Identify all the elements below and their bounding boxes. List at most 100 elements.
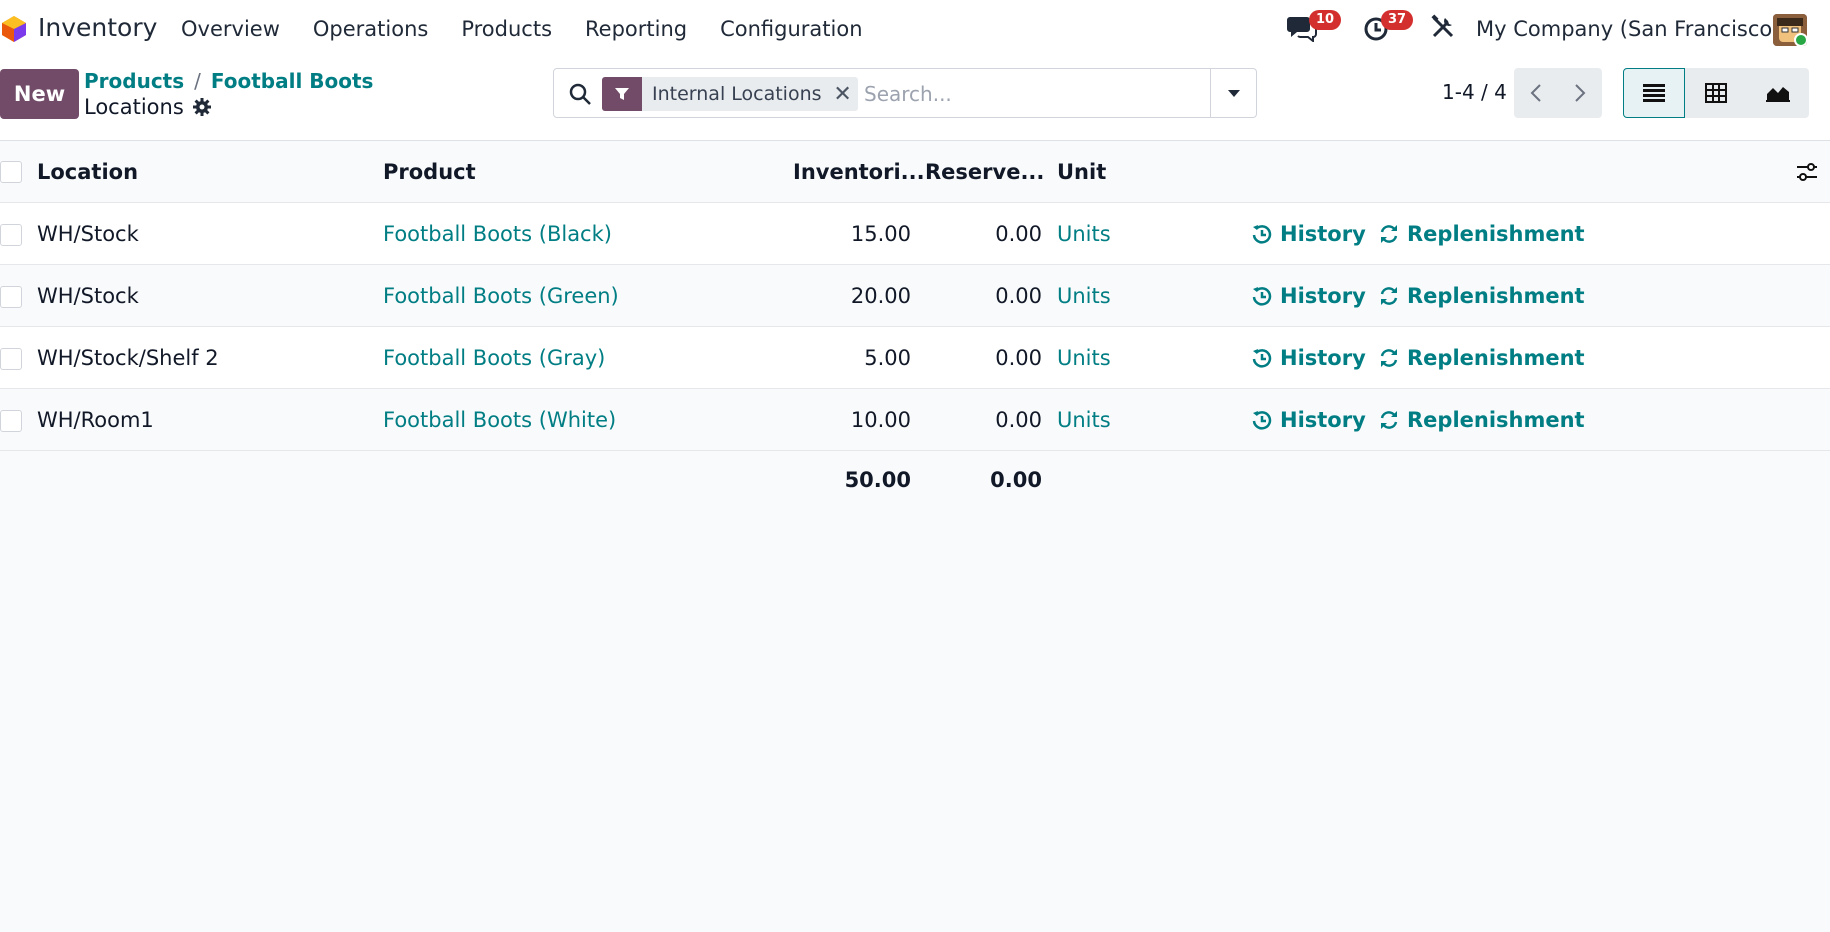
menu-products[interactable]: Products bbox=[461, 17, 552, 41]
column-header-location[interactable]: Location bbox=[37, 142, 138, 202]
search-options-toggle[interactable] bbox=[1210, 69, 1256, 117]
unit-link[interactable]: Units bbox=[1057, 203, 1111, 264]
history-icon bbox=[1252, 410, 1272, 430]
table-row[interactable]: WH/Stock/Shelf 2 Football Boots (Gray) 5… bbox=[0, 327, 1830, 389]
column-header-product[interactable]: Product bbox=[383, 142, 476, 202]
top-navbar: Inventory Overview Operations Products R… bbox=[0, 0, 1830, 58]
caret-down-icon bbox=[1227, 90, 1240, 97]
table-header: Location Product Inventori... Reserve...… bbox=[0, 142, 1830, 203]
refresh-icon bbox=[1380, 348, 1398, 367]
column-header-reserved[interactable]: Reserve... bbox=[925, 142, 1045, 202]
page-title-text: Locations bbox=[84, 95, 184, 119]
history-button[interactable]: History bbox=[1252, 327, 1366, 388]
location-cell: WH/Stock bbox=[37, 221, 139, 246]
menu-configuration[interactable]: Configuration bbox=[720, 17, 862, 41]
total-reserved: 0.00 bbox=[990, 468, 1042, 492]
breadcrumb-products[interactable]: Products bbox=[84, 69, 184, 93]
facet-label: Internal Locations bbox=[652, 83, 822, 105]
search-facet: Internal Locations ✕ bbox=[602, 77, 858, 111]
gear-icon[interactable] bbox=[192, 97, 212, 117]
optional-columns-toggle[interactable] bbox=[1796, 142, 1818, 202]
table-grid-icon bbox=[1705, 83, 1727, 103]
reserved-quantity: 0.00 bbox=[995, 345, 1042, 370]
stock-list: Location Product Inventori... Reserve...… bbox=[0, 142, 1830, 509]
user-avatar[interactable] bbox=[1773, 14, 1807, 46]
inventoried-quantity: 15.00 bbox=[850, 221, 911, 246]
graph-view-button[interactable] bbox=[1747, 68, 1809, 118]
pager-next-button[interactable] bbox=[1558, 68, 1602, 118]
replenishment-label: Replenishment bbox=[1407, 407, 1585, 432]
replenishment-button[interactable]: Replenishment bbox=[1379, 389, 1585, 450]
history-label: History bbox=[1280, 283, 1366, 308]
row-checkbox[interactable] bbox=[0, 348, 22, 370]
inventory-app-icon[interactable] bbox=[2, 16, 26, 42]
product-link[interactable]: Football Boots (White) bbox=[383, 389, 616, 450]
product-link[interactable]: Football Boots (Gray) bbox=[383, 327, 605, 388]
table-row[interactable]: WH/Stock Football Boots (Black) 15.00 0.… bbox=[0, 203, 1830, 265]
messages-button[interactable]: 10 bbox=[1287, 10, 1342, 44]
history-label: History bbox=[1280, 407, 1366, 432]
pager-value[interactable]: 1-4 / 4 bbox=[1442, 80, 1507, 104]
product-link[interactable]: Football Boots (Green) bbox=[383, 265, 619, 326]
history-icon bbox=[1252, 224, 1272, 244]
facet-remove-icon[interactable]: ✕ bbox=[832, 82, 858, 107]
replenishment-button[interactable]: Replenishment bbox=[1379, 265, 1585, 326]
menu-reporting[interactable]: Reporting bbox=[585, 17, 687, 41]
row-checkbox[interactable] bbox=[0, 224, 22, 246]
unit-link[interactable]: Units bbox=[1057, 389, 1111, 450]
menu-overview[interactable]: Overview bbox=[181, 17, 280, 41]
activities-button[interactable]: 37 bbox=[1363, 10, 1414, 44]
select-all-checkbox[interactable] bbox=[0, 161, 22, 183]
table-row[interactable]: WH/Room1 Football Boots (White) 10.00 0.… bbox=[0, 389, 1830, 451]
breadcrumb: Products / Football Boots bbox=[84, 69, 373, 93]
control-panel: New Products / Football Boots Locations In… bbox=[0, 58, 1830, 141]
location-cell: WH/Stock bbox=[37, 283, 139, 308]
column-header-unit[interactable]: Unit bbox=[1057, 142, 1106, 202]
breadcrumb-separator: / bbox=[194, 69, 201, 93]
activities-badge: 37 bbox=[1381, 10, 1414, 30]
breadcrumb-football-boots[interactable]: Football Boots bbox=[211, 69, 374, 93]
main-menu: Overview Operations Products Reporting C… bbox=[181, 17, 896, 41]
totals-row: 50.00 0.00 bbox=[0, 451, 1830, 509]
new-button[interactable]: New bbox=[0, 69, 79, 119]
messages-badge: 10 bbox=[1309, 10, 1342, 30]
refresh-icon bbox=[1380, 224, 1398, 243]
history-button[interactable]: History bbox=[1252, 265, 1366, 326]
replenishment-label: Replenishment bbox=[1407, 221, 1585, 246]
pager-previous-button[interactable] bbox=[1514, 68, 1558, 118]
row-checkbox[interactable] bbox=[0, 286, 22, 308]
app-name[interactable]: Inventory bbox=[38, 13, 157, 42]
replenishment-button[interactable]: Replenishment bbox=[1379, 203, 1585, 264]
menu-operations[interactable]: Operations bbox=[313, 17, 428, 41]
search-input[interactable] bbox=[864, 77, 1194, 111]
history-button[interactable]: History bbox=[1252, 203, 1366, 264]
unit-link[interactable]: Units bbox=[1057, 327, 1111, 388]
page-title: Locations bbox=[84, 95, 212, 119]
debug-tools-button[interactable] bbox=[1430, 14, 1464, 44]
table-row[interactable]: WH/Stock Football Boots (Green) 20.00 0.… bbox=[0, 265, 1830, 327]
pivot-view-button[interactable] bbox=[1685, 68, 1747, 118]
history-icon bbox=[1252, 286, 1272, 306]
unit-link[interactable]: Units bbox=[1057, 265, 1111, 326]
refresh-icon bbox=[1380, 286, 1398, 305]
refresh-icon bbox=[1380, 410, 1398, 429]
product-link[interactable]: Football Boots (Black) bbox=[383, 203, 612, 264]
inventoried-quantity: 10.00 bbox=[850, 407, 911, 432]
reserved-quantity: 0.00 bbox=[995, 407, 1042, 432]
list-icon bbox=[1643, 84, 1665, 102]
replenishment-label: Replenishment bbox=[1407, 283, 1585, 308]
row-checkbox[interactable] bbox=[0, 410, 22, 432]
history-button[interactable]: History bbox=[1252, 389, 1366, 450]
history-label: History bbox=[1280, 345, 1366, 370]
area-chart-icon bbox=[1766, 87, 1790, 102]
column-header-inventoried[interactable]: Inventori... bbox=[793, 142, 925, 202]
company-switcher[interactable]: My Company (San Francisco) bbox=[1476, 17, 1780, 41]
chevron-left-icon bbox=[1530, 84, 1541, 102]
list-view-button[interactable] bbox=[1623, 68, 1685, 118]
filter-icon bbox=[602, 77, 642, 111]
inventoried-quantity: 20.00 bbox=[850, 283, 911, 308]
inventoried-quantity: 5.00 bbox=[864, 345, 911, 370]
history-label: History bbox=[1280, 221, 1366, 246]
replenishment-button[interactable]: Replenishment bbox=[1379, 327, 1585, 388]
search-icon[interactable] bbox=[568, 82, 592, 106]
